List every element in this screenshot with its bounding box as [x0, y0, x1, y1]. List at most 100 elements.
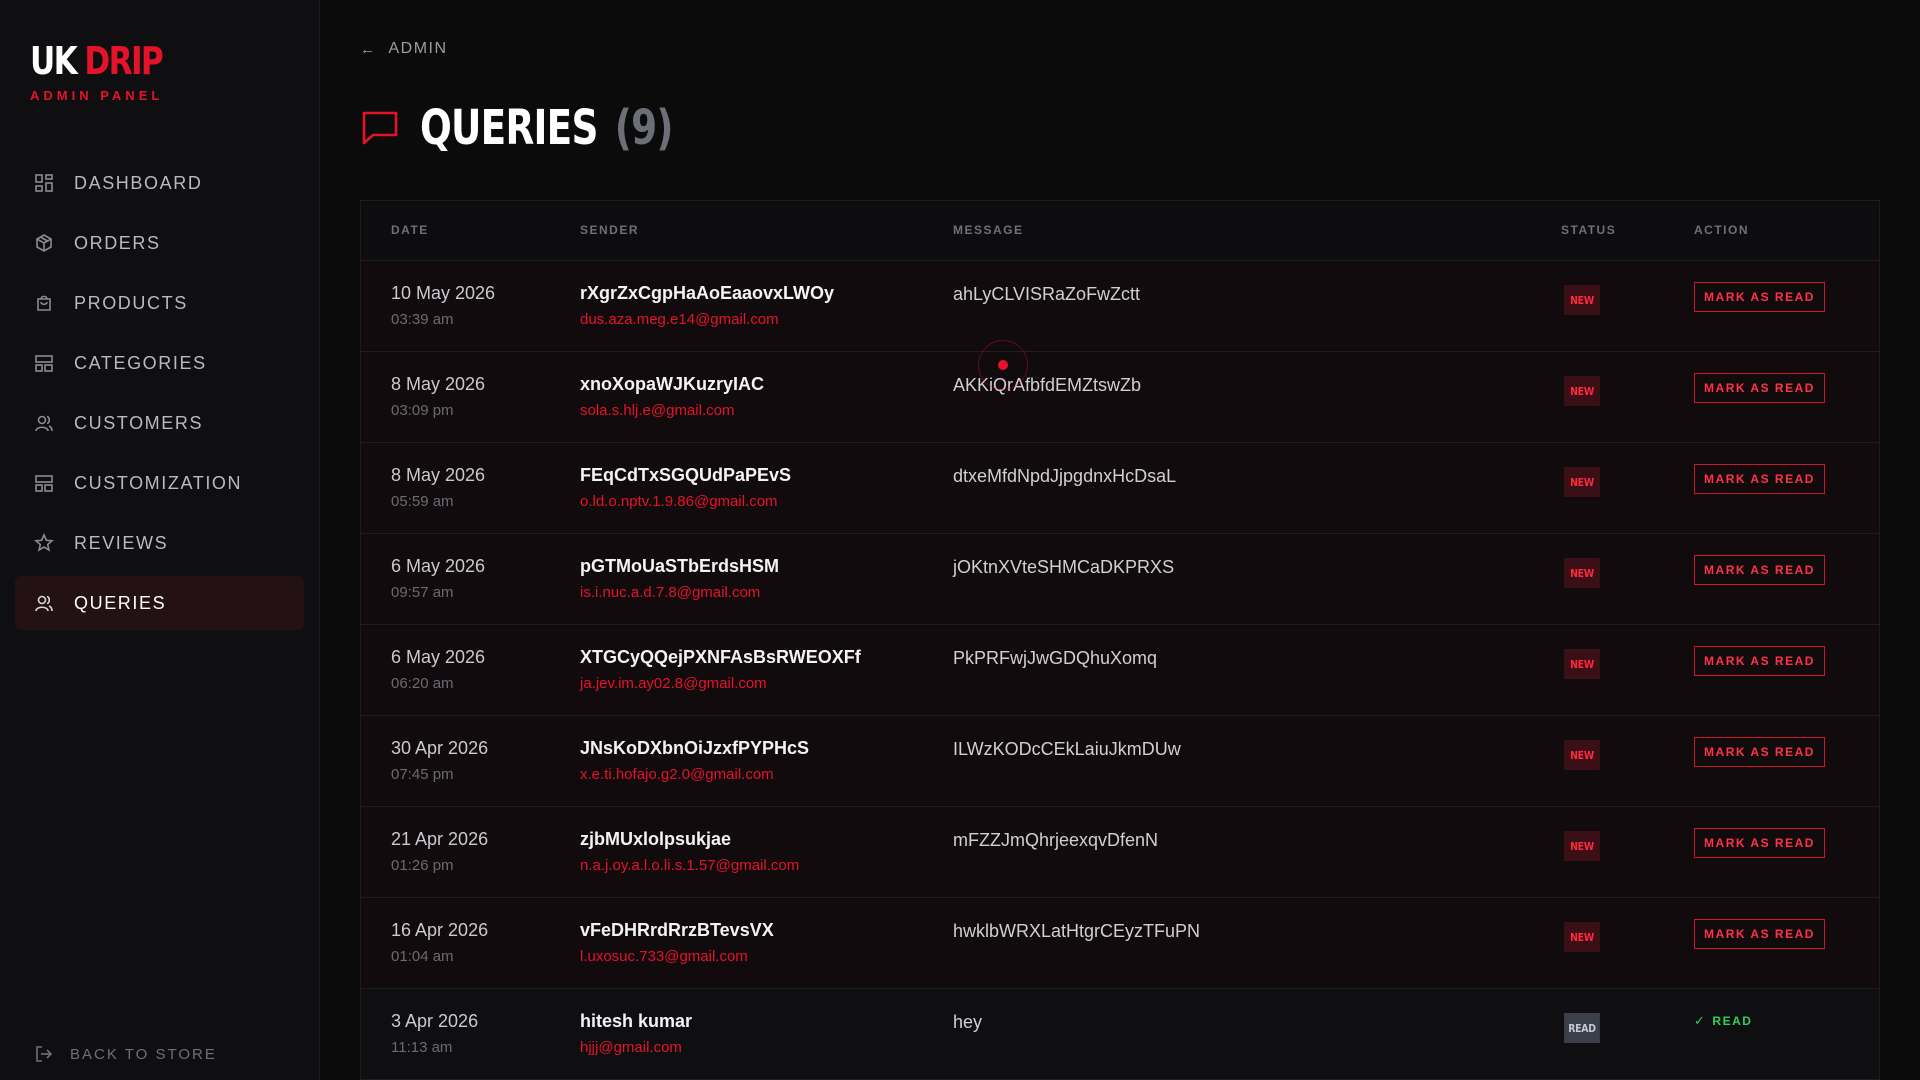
row-sender-name: pGTMoUaSTbErdsHSM — [580, 556, 780, 576]
row-sender-name: XTGCyQQejPXNFAsBsRWEOXFf — [580, 647, 861, 667]
header-action: ACTION — [1694, 223, 1749, 237]
row-sender-email[interactable]: o.ld.o.nptv.1.9.86@gmail.com — [580, 493, 778, 510]
row-sender-email[interactable]: n.a.j.oy.a.l.o.li.s.1.57@gmail.com — [580, 857, 799, 874]
status-badge: NEW — [1564, 467, 1600, 497]
main-content: ← ADMIN QUERIES (9) DATE SENDER MESSAGE … — [320, 0, 1920, 1080]
mark-as-read-button[interactable]: MARK AS READ — [1694, 919, 1825, 949]
row-sender-email[interactable]: dus.aza.meg.e14@gmail.com — [580, 311, 779, 328]
row-sender-email[interactable]: l.uxosuc.733@gmail.com — [580, 948, 748, 965]
sidebar-item-label: DASHBOARD — [74, 172, 203, 193]
brand-logo[interactable]: UK DRIP ADMIN PANEL — [30, 38, 191, 103]
page-title: QUERIES (9) — [420, 100, 674, 156]
mark-as-read-button[interactable]: MARK AS READ — [1694, 282, 1825, 312]
read-indicator: ✓ READ — [1694, 1013, 1752, 1029]
sidebar-item-label: CUSTOMERS — [74, 412, 204, 433]
sidebar-item-customers[interactable]: CUSTOMERS — [15, 396, 304, 450]
page-title-count: (9) — [614, 100, 674, 156]
sidebar-item-label: CATEGORIES — [74, 352, 207, 373]
table-row: 21 Apr 2026 01:26 pm zjbMUxlolpsukjae n.… — [361, 807, 1879, 898]
mark-as-read-button[interactable]: MARK AS READ — [1694, 646, 1825, 676]
row-date: 6 May 2026 — [391, 556, 486, 576]
brand-title: UK DRIP — [30, 38, 164, 84]
table-header: DATE SENDER MESSAGE STATUS ACTION — [361, 201, 1879, 261]
row-message: dtxeMfdNpdJjpgdnxHcDsaL — [953, 466, 1177, 486]
sidebar-item-label: QUERIES — [74, 592, 167, 613]
sidebar-item-queries[interactable]: QUERIES — [15, 576, 304, 630]
sidebar-item-label: REVIEWS — [74, 532, 169, 553]
table-row: 6 May 2026 06:20 am XTGCyQQejPXNFAsBsRWE… — [361, 625, 1879, 716]
row-message: hwklbWRXLatHtgrCEyzTFuPN — [953, 921, 1201, 941]
row-time: 01:26 pm — [391, 857, 454, 874]
row-date: 8 May 2026 — [391, 374, 486, 394]
dashboard-grid-icon — [34, 173, 54, 193]
row-sender-name: vFeDHRrdRrzBTevsVX — [580, 920, 774, 940]
row-sender-name: hitesh kumar — [580, 1011, 693, 1031]
sidebar-item-reviews[interactable]: REVIEWS — [15, 516, 304, 570]
users-icon — [34, 413, 54, 433]
row-sender-email[interactable]: x.e.ti.hofajo.g2.0@gmail.com — [580, 766, 774, 783]
table-row: 3 Apr 2026 11:13 am hitesh kumar hjjj@gm… — [361, 989, 1879, 1080]
mark-as-read-button[interactable]: MARK AS READ — [1694, 373, 1825, 403]
sidebar-item-customization[interactable]: CUSTOMIZATION — [15, 456, 304, 510]
header-date: DATE — [391, 223, 429, 237]
row-sender-name: FEqCdTxSGQUdPaPEvS — [580, 465, 792, 485]
shopping-bag-icon — [34, 293, 54, 313]
logout-icon — [36, 1046, 53, 1062]
row-date: 6 May 2026 — [391, 647, 486, 667]
row-message: PkPRFwjJwGDQhuXomq — [953, 648, 1158, 668]
row-date: 3 Apr 2026 — [391, 1011, 479, 1031]
row-sender-email[interactable]: ja.jev.im.ay02.8@gmail.com — [580, 675, 767, 692]
status-badge: NEW — [1564, 649, 1600, 679]
sidebar: UK DRIP ADMIN PANEL DASHBOARD ORDERS PRO… — [0, 0, 320, 1080]
status-badge: READ — [1564, 1013, 1600, 1043]
sidebar-item-label: CUSTOMIZATION — [74, 472, 243, 493]
layout-icon — [34, 353, 54, 373]
row-time: 03:39 am — [391, 311, 454, 328]
sidebar-item-label: PRODUCTS — [74, 292, 188, 313]
row-date: 16 Apr 2026 — [391, 920, 489, 940]
row-sender-email[interactable]: hjjj@gmail.com — [580, 1039, 682, 1056]
sidebar-item-products[interactable]: PRODUCTS — [15, 276, 304, 330]
mark-as-read-button[interactable]: MARK AS READ — [1694, 464, 1825, 494]
row-date: 10 May 2026 — [391, 283, 496, 303]
row-message: ILWzKODcCEkLaiuJkmDUw — [953, 739, 1181, 759]
row-sender-name: xnoXopaWJKuzryIAC — [580, 374, 765, 394]
breadcrumb[interactable]: ← ADMIN — [360, 40, 448, 58]
row-time: 06:20 am — [391, 675, 454, 692]
sidebar-item-dashboard[interactable]: DASHBOARD — [15, 156, 304, 210]
mark-as-read-button[interactable]: MARK AS READ — [1694, 555, 1825, 585]
row-date: 8 May 2026 — [391, 465, 486, 485]
row-time: 05:59 am — [391, 493, 454, 510]
status-badge: NEW — [1564, 558, 1600, 588]
mark-as-read-button[interactable]: MARK AS READ — [1694, 828, 1825, 858]
brand-title-main: UK — [30, 39, 78, 83]
row-time: 01:04 am — [391, 948, 454, 965]
status-badge: NEW — [1564, 740, 1600, 770]
row-sender-name: rXgrZxCgpHaAoEaaovxLWOy — [580, 283, 835, 303]
cursor-indicator — [978, 340, 1028, 390]
breadcrumb-label: ADMIN — [388, 40, 448, 57]
row-date: 21 Apr 2026 — [391, 829, 489, 849]
mark-as-read-button[interactable]: MARK AS READ — [1694, 737, 1825, 767]
sidebar-item-orders[interactable]: ORDERS — [15, 216, 304, 270]
table-row: 10 May 2026 03:39 am rXgrZxCgpHaAoEaaovx… — [361, 261, 1879, 352]
row-sender-email[interactable]: sola.s.hlj.e@gmail.com — [580, 402, 734, 419]
row-time: 03:09 pm — [391, 402, 454, 419]
status-badge: NEW — [1564, 376, 1600, 406]
row-sender-email[interactable]: is.i.nuc.a.d.7.8@gmail.com — [580, 584, 760, 601]
page-title-text: QUERIES — [420, 100, 598, 156]
queries-table: DATE SENDER MESSAGE STATUS ACTION 10 May… — [360, 200, 1880, 1080]
status-badge: NEW — [1564, 285, 1600, 315]
read-label: READ — [1712, 1014, 1753, 1028]
box-icon — [34, 233, 54, 253]
sidebar-item-label: ORDERS — [74, 232, 161, 253]
table-row: 8 May 2026 03:09 pm xnoXopaWJKuzryIAC so… — [361, 352, 1879, 443]
row-message: hey — [953, 1012, 983, 1032]
sidebar-item-categories[interactable]: CATEGORIES — [15, 336, 304, 390]
arrow-left-icon: ← — [360, 40, 377, 58]
back-to-store-link[interactable]: BACK TO STORE — [34, 1044, 217, 1064]
sidebar-nav: DASHBOARD ORDERS PRODUCTS CATEGORIES CUS… — [15, 156, 304, 636]
table-row: 8 May 2026 05:59 am FEqCdTxSGQUdPaPEvS o… — [361, 443, 1879, 534]
row-message: ahLyCLVISRaZoFwZctt — [953, 284, 1141, 304]
back-to-store-label: BACK TO STORE — [70, 1045, 217, 1063]
